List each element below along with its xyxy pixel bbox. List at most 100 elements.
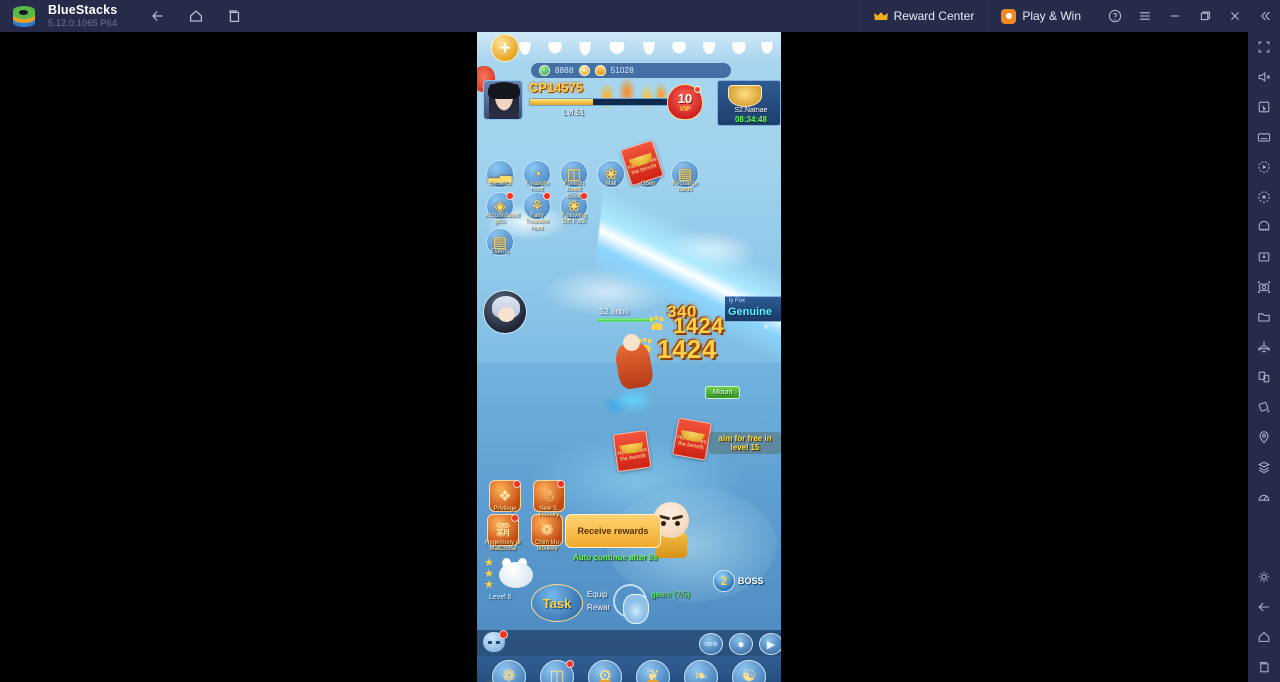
game-viewport[interactable]: + 8888 + 51028 CP14575 Lvl.51 10 VIP S2.… (477, 32, 781, 682)
gamepad-icon[interactable] (1248, 212, 1280, 242)
events-icon[interactable]: ▤ Events (485, 228, 515, 256)
server-name: S2.Natnae (734, 107, 768, 114)
fairy-land-icon[interactable]: ❦ Fairy L. (631, 660, 675, 682)
companion-avatar[interactable] (483, 290, 527, 334)
new-server-revelry-icon[interactable]: ☃ New S. Revelry (531, 480, 567, 519)
video-button[interactable]: ▶ (759, 633, 781, 655)
exp-bar (529, 98, 669, 106)
search-immortal-icon[interactable]: ⚙ Search Immortal (583, 660, 627, 682)
red-dot-badge (511, 514, 519, 522)
hand-cursor-icon (623, 594, 649, 624)
bottom-menu: ❁ Soul ◫ Immortal Power ⚙ Search Immorta… (477, 656, 781, 682)
app-version: 5.12.0.1065 P64 (48, 18, 118, 29)
layers-icon[interactable] (1248, 452, 1280, 482)
install-apk-icon[interactable] (1248, 242, 1280, 272)
red-packet-left[interactable]: Here comes the benefit (612, 429, 652, 473)
ingot-icon (594, 65, 606, 76)
minimize-icon[interactable] (1160, 0, 1190, 32)
foreign-beast-book-icon[interactable]: ◫ Foreign Beast Book (559, 160, 589, 200)
server-panel[interactable]: S2.Natnae 08:34:48 (717, 80, 781, 126)
top-frost-banner (477, 32, 781, 62)
hegemony-maichose-icon[interactable]: 霸 Hegemony of MaiChose (485, 514, 521, 553)
mute-icon[interactable] (1248, 62, 1280, 92)
red-packet-right[interactable]: Here comes the benefit (671, 417, 713, 461)
add-button[interactable]: + (491, 34, 519, 62)
boss-label: BOSS (738, 576, 764, 586)
avatar[interactable] (483, 80, 523, 120)
mall-icon[interactable]: ❀ Mall (596, 160, 626, 200)
mount-button[interactable]: Mount (705, 386, 741, 399)
paw-icon (649, 316, 665, 330)
bluestacks-window: BlueStacks 5.12.0.1065 P64 Reward Center (0, 0, 1280, 682)
vip-red-dot (694, 86, 701, 93)
enemy-health-bar (597, 318, 655, 322)
player-level: Lvl.51 (563, 108, 585, 117)
cursor-icon[interactable] (1248, 92, 1280, 122)
app-title: BlueStacks (48, 2, 118, 17)
keyboard-icon[interactable] (1248, 122, 1280, 152)
monk-eye (675, 521, 680, 526)
fullscreen-icon[interactable] (1248, 32, 1280, 62)
recharge-cards-icon[interactable]: ▤ Recharge cards (670, 160, 700, 200)
profile-button[interactable]: ● (729, 633, 753, 655)
menu-icon[interactable] (1130, 0, 1160, 32)
close-icon[interactable]: × (761, 322, 771, 332)
titlebar-right-group: Reward Center Play & Win (859, 0, 1280, 32)
performance-icon[interactable] (1248, 482, 1280, 512)
help-icon[interactable] (1100, 0, 1130, 32)
record-icon[interactable] (1248, 182, 1280, 212)
recents-icon[interactable] (1248, 652, 1280, 682)
privilege-icon[interactable]: ❖ Privilege (487, 480, 523, 512)
task-gears-progress: gears (?/5) (651, 590, 690, 599)
home-icon[interactable] (185, 5, 207, 27)
player-card[interactable]: CP14575 Lvl.51 (483, 74, 673, 122)
genuine-title: Genuine (728, 306, 773, 318)
becoming-deity-icon[interactable]: ☯ Becoming Deity (727, 660, 771, 682)
genuine-banner[interactable]: ly Fox Genuine (725, 296, 781, 322)
settings-gear-icon[interactable] (1248, 562, 1280, 592)
screenshot-icon[interactable] (1248, 272, 1280, 302)
torch-flame-decoration (477, 668, 503, 682)
play-win-icon (1001, 8, 1017, 24)
talisman-icon[interactable]: ❧ Talisman (679, 660, 723, 682)
accumulated-gifts-icon[interactable]: ◈ Accumulated gifts (485, 192, 520, 232)
back-icon[interactable] (147, 5, 169, 27)
fairy-treasure-icon[interactable]: ⚘ Fairy Treasure Hunt (522, 192, 552, 232)
auto-continue-text: Auto continue after 8s (573, 553, 658, 562)
free-claim-banner[interactable]: aim for free in level 15 (709, 432, 781, 455)
chim-mu-monkey-icon[interactable]: ❁ Chim Mu Monkey (529, 514, 565, 553)
collapse-sidebar-icon[interactable] (1250, 0, 1280, 32)
jade-coin-icon (539, 65, 550, 76)
airplane-icon[interactable] (1248, 332, 1280, 362)
shake-icon[interactable] (1248, 392, 1280, 422)
reward-center-button[interactable]: Reward Center (859, 0, 988, 32)
red-dot-badge (506, 192, 514, 200)
vip-badge[interactable]: 10 VIP (667, 84, 703, 120)
currency-green-value: 8888 (555, 66, 574, 75)
home-icon[interactable] (1248, 622, 1280, 652)
play-and-win-label: Play & Win (1022, 9, 1081, 23)
rank-button[interactable]: rank (699, 633, 723, 655)
multi-instance-icon[interactable] (1248, 362, 1280, 392)
play-and-win-button[interactable]: Play & Win (987, 0, 1094, 32)
macro-play-icon[interactable] (1248, 152, 1280, 182)
quest-icon-row-3: ▤ Events (485, 228, 515, 256)
treasure-bowl-icon (728, 85, 762, 107)
recents-icon[interactable] (223, 5, 245, 27)
red-dot-badge (566, 660, 574, 668)
back-icon[interactable] (1248, 592, 1280, 622)
vip-number: 10 (677, 90, 693, 106)
player-character[interactable] (601, 332, 673, 420)
title-bar: BlueStacks 5.12.0.1065 P64 Reward Center (0, 0, 1280, 32)
close-icon[interactable] (1220, 0, 1250, 32)
immortal-power-icon[interactable]: ◫ Immortal Power (535, 660, 579, 682)
gold-coin-icon[interactable]: + (578, 65, 590, 76)
bluestacks-logo-icon (10, 3, 40, 29)
folder-icon[interactable] (1248, 302, 1280, 332)
location-icon[interactable] (1248, 422, 1280, 452)
boss-button[interactable]: 2 BOSS (713, 570, 764, 592)
bluestacks-sidebar (1248, 32, 1280, 682)
maximize-icon[interactable] (1190, 0, 1220, 32)
receive-rewards-tooltip[interactable]: Receive rewards (565, 514, 661, 548)
task-button[interactable]: Task (531, 584, 583, 622)
